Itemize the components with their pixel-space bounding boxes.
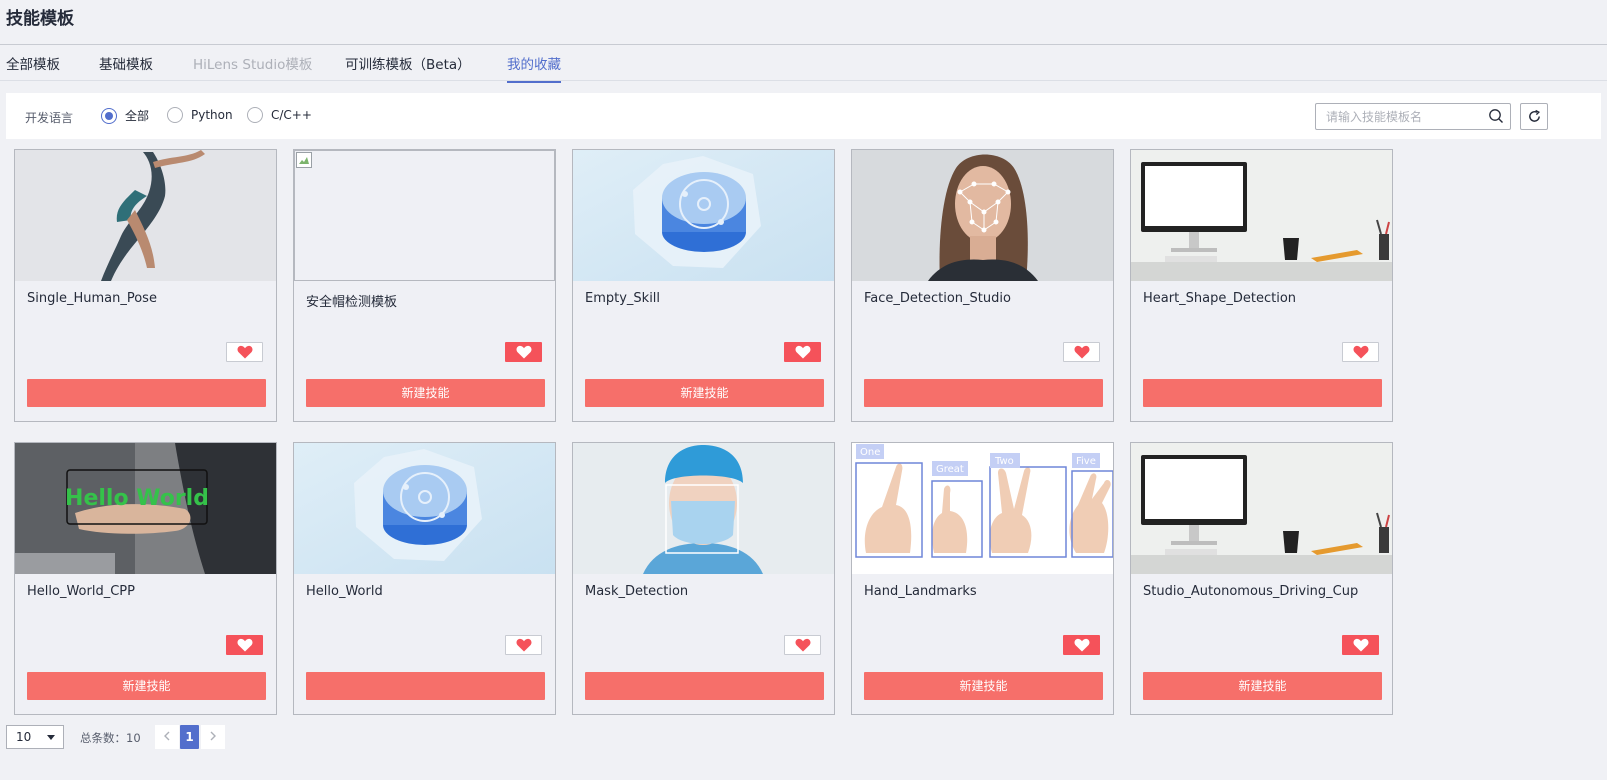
thumb-label-two: Two — [994, 456, 1014, 467]
thumb-studio-autonomous-driving-cup — [1131, 443, 1392, 574]
card-name: Single_Human_Pose — [27, 291, 157, 306]
create-skill-button[interactable]: 新建技能 — [306, 379, 545, 407]
card-name: Face_Detection_Studio — [864, 291, 1011, 306]
radio-python[interactable]: Python — [167, 107, 233, 123]
search-icon[interactable] — [1488, 108, 1504, 124]
prev-page-button[interactable] — [155, 725, 179, 749]
heart-icon — [795, 638, 810, 652]
thumb-mask-detection — [573, 443, 834, 574]
page-number-current[interactable]: 1 — [180, 725, 199, 749]
search-box — [1315, 103, 1511, 130]
favorite-button[interactable] — [505, 342, 542, 362]
favorite-button[interactable] — [505, 635, 542, 655]
radio-all-dot — [101, 107, 117, 124]
thumb-heart-shape-detection — [1131, 150, 1392, 281]
tab-my-favorites[interactable]: 我的收藏 — [507, 53, 561, 83]
favorite-button[interactable] — [784, 635, 821, 655]
heart-icon — [516, 638, 531, 652]
favorite-button[interactable] — [784, 342, 821, 362]
thumb-label-great: Great — [936, 464, 964, 475]
thumb-hello-world-text: Hello World — [65, 486, 209, 511]
chevron-right-icon — [210, 731, 216, 741]
template-card-studio-autonomous-driving-cup[interactable]: Studio_Autonomous_Driving_Cup 新建技能 — [1130, 442, 1393, 715]
create-skill-button[interactable]: 新建技能 — [585, 379, 824, 407]
create-skill-button[interactable]: 新建技能 — [864, 672, 1103, 700]
thumb-empty-skill — [573, 150, 834, 281]
heart-icon — [1074, 638, 1089, 652]
radio-python-label: Python — [191, 108, 233, 122]
template-card-mask-detection[interactable]: Mask_Detection — [572, 442, 835, 715]
create-skill-button[interactable] — [306, 672, 545, 700]
template-tabs: 全部模板 基础模板 HiLens Studio模板 可训练模板（Beta） 我的… — [0, 45, 1607, 83]
caret-down-icon — [47, 735, 55, 740]
create-skill-button[interactable] — [864, 379, 1103, 407]
template-card-hello-world-cpp[interactable]: Hello World Hello_World_CPP 新建技能 — [14, 442, 277, 715]
thumb-label-one: One — [860, 447, 880, 458]
card-name: Studio_Autonomous_Driving_Cup — [1143, 584, 1359, 599]
thumb-hand-landmarks: One Great Two Five — [852, 443, 1113, 574]
heart-icon — [237, 638, 252, 652]
page-size-value: 10 — [16, 730, 32, 744]
page-size-select[interactable]: 10 — [6, 725, 64, 749]
total-count: 总条数：10 — [80, 731, 141, 745]
card-name: Empty_Skill — [585, 291, 661, 306]
card-name: Hand_Landmarks — [864, 584, 977, 599]
heart-icon — [1353, 345, 1368, 359]
favorite-button[interactable] — [1342, 342, 1379, 362]
card-name: Mask_Detection — [585, 584, 689, 599]
favorite-button[interactable] — [1063, 635, 1100, 655]
radio-cpp-dot — [247, 107, 263, 123]
radio-cpp-label: C/C++ — [271, 108, 312, 122]
thumb-hello-world-cpp: Hello World — [15, 443, 276, 574]
template-card-face-detection-studio[interactable]: Face_Detection_Studio — [851, 149, 1114, 422]
favorite-button[interactable] — [226, 635, 263, 655]
language-filter-label: 开发语言 — [25, 111, 74, 125]
heart-icon — [795, 345, 810, 359]
search-input[interactable] — [1316, 104, 1486, 129]
card-name: 安全帽检测模板 — [306, 295, 398, 310]
next-page-button[interactable] — [201, 725, 225, 749]
template-card-empty-skill[interactable]: Empty_Skill 新建技能 — [572, 149, 835, 422]
tab-hilens-studio-templates[interactable]: HiLens Studio模板 — [193, 53, 312, 81]
radio-cpp[interactable]: C/C++ — [247, 107, 312, 123]
chevron-left-icon — [164, 731, 170, 741]
create-skill-button[interactable] — [585, 672, 824, 700]
refresh-button[interactable] — [1520, 103, 1548, 130]
favorite-button[interactable] — [1063, 342, 1100, 362]
card-name: Hello_World — [306, 584, 383, 599]
template-card-hello-world[interactable]: Hello_World — [293, 442, 556, 715]
heart-icon — [1074, 345, 1089, 359]
thumb-helmet-detection — [294, 150, 555, 281]
heart-icon — [237, 345, 252, 359]
filter-bar: 开发语言 全部 Python C/C++ — [6, 93, 1601, 139]
heart-icon — [1353, 638, 1368, 652]
template-card-heart-shape-detection[interactable]: Heart_Shape_Detection — [1130, 149, 1393, 422]
favorite-button[interactable] — [226, 342, 263, 362]
tab-basic-templates[interactable]: 基础模板 — [99, 53, 153, 81]
template-card-helmet-detection[interactable]: 安全帽检测模板 新建技能 — [293, 149, 556, 422]
radio-python-dot — [167, 107, 183, 123]
tab-all-templates[interactable]: 全部模板 — [6, 53, 60, 81]
card-name: Hello_World_CPP — [27, 584, 135, 599]
create-skill-button[interactable]: 新建技能 — [1143, 672, 1382, 700]
tab-trainable-templates[interactable]: 可训练模板（Beta） — [345, 53, 471, 81]
page-title: 技能模板 — [6, 9, 74, 29]
template-card-single-human-pose[interactable]: Single_Human_Pose — [14, 149, 277, 422]
template-card-hand-landmarks[interactable]: One Great Two Five Hand_Landmarks 新建技能 — [851, 442, 1114, 715]
card-name: Heart_Shape_Detection — [1143, 291, 1297, 306]
create-skill-button[interactable]: 新建技能 — [27, 672, 266, 700]
thumb-single-human-pose — [15, 150, 276, 281]
create-skill-button[interactable] — [27, 379, 266, 407]
heart-icon — [516, 345, 531, 359]
radio-all-label: 全部 — [125, 109, 150, 123]
thumb-label-five: Five — [1076, 456, 1096, 467]
refresh-icon — [1529, 109, 1540, 122]
thumb-hello-world — [294, 443, 555, 574]
favorite-button[interactable] — [1342, 635, 1379, 655]
thumb-face-detection-studio — [852, 150, 1113, 281]
radio-all[interactable]: 全部 — [101, 107, 149, 124]
create-skill-button[interactable] — [1143, 379, 1382, 407]
broken-image-icon — [296, 152, 312, 168]
